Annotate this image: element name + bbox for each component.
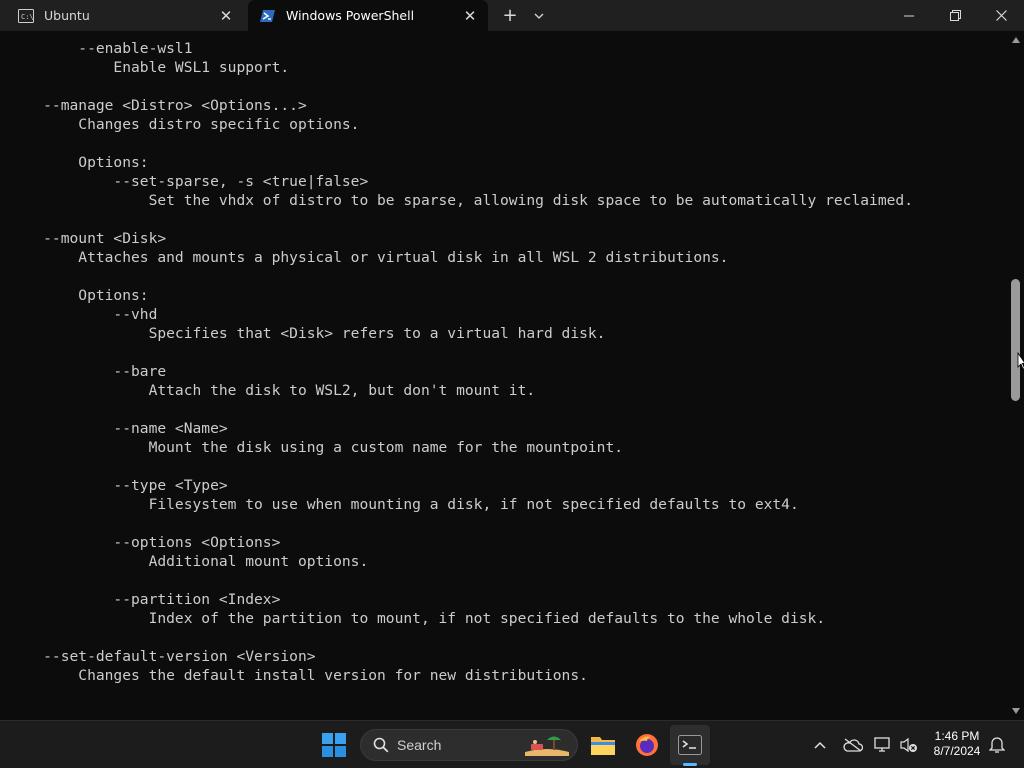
windows-start-icon[interactable] [314, 725, 354, 765]
tab-ubuntu[interactable]: C:\ Ubuntu ✕ [6, 0, 244, 31]
scrollbar-thumb[interactable] [1011, 279, 1020, 401]
output-line: Specifies that <Disk> refers to a virtua… [8, 325, 606, 342]
output-line: --set-default-version <Version> [8, 648, 316, 665]
output-line: --set-sparse, -s <true|false> [8, 173, 369, 190]
taskbar: Search 1:46 PM 8/7/2024 [0, 720, 1024, 768]
output-line: Index of the partition to mount, if not … [8, 610, 826, 627]
scroll-up-arrow-icon[interactable] [1012, 37, 1020, 43]
output-line: Options: [8, 287, 149, 304]
volume-muted-icon[interactable] [898, 725, 920, 765]
search-highlight-icon [525, 734, 569, 756]
output-line: Additional mount options. [8, 553, 369, 570]
title-bar: C:\ Ubuntu ✕ Windows PowerShell ✕ + [0, 0, 1024, 31]
close-icon[interactable] [978, 0, 1024, 31]
scroll-down-arrow-icon[interactable] [1012, 708, 1020, 714]
output-line: --vhd [8, 306, 158, 323]
output-line: --enable-wsl1 [8, 40, 193, 57]
clock-date: 8/7/2024 [933, 744, 981, 758]
taskbar-search-box[interactable]: Search [360, 729, 578, 761]
output-line: Set the vhdx of distro to be sparse, all… [8, 192, 913, 209]
firefox-icon[interactable] [627, 725, 667, 765]
terminal-output[interactable]: --enable-wsl1 Enable WSL1 support. --man… [0, 31, 1008, 720]
output-line: --name <Name> [8, 420, 228, 437]
terminal-icon[interactable] [670, 725, 710, 766]
notification-bell-icon[interactable] [986, 725, 1008, 765]
output-line: --manage <Distro> <Options...> [8, 97, 307, 114]
output-line: Filesystem to use when mounting a disk, … [8, 496, 799, 513]
output-line: --bare [8, 363, 167, 380]
close-tab-icon[interactable]: ✕ [212, 7, 240, 25]
search-label: Search [397, 737, 442, 753]
system-clock[interactable]: 1:46 PM 8/7/2024 [924, 729, 990, 759]
output-line: Changes distro specific options. [8, 116, 360, 133]
restore-icon[interactable] [932, 0, 978, 31]
clock-time: 1:46 PM [934, 729, 980, 743]
terminal-app-icon: C:\ [18, 8, 34, 24]
output-line: --type <Type> [8, 477, 228, 494]
output-line: Attaches and mounts a physical or virtua… [8, 249, 729, 266]
output-line: Mount the disk using a custom name for t… [8, 439, 624, 456]
new-tab-icon[interactable]: + [496, 0, 524, 31]
onedrive-icon[interactable] [840, 725, 866, 765]
output-line: --partition <Index> [8, 591, 281, 608]
tab-label: Ubuntu [44, 8, 90, 23]
chevron-down-icon[interactable] [526, 0, 552, 31]
output-line: --options <Options> [8, 534, 281, 551]
output-line: Options: [8, 154, 149, 171]
search-icon [373, 737, 389, 753]
mouse-pointer-icon [1017, 351, 1024, 374]
output-line: Changes the default install version for … [8, 667, 588, 684]
vertical-scrollbar[interactable] [1008, 31, 1024, 720]
close-tab-icon[interactable]: ✕ [456, 7, 484, 25]
output-line: Enable WSL1 support. [8, 59, 290, 76]
file-explorer-icon[interactable] [583, 725, 623, 765]
minimize-icon[interactable] [886, 0, 932, 31]
powershell-icon [260, 8, 276, 24]
output-line: Attach the disk to WSL2, but don't mount… [8, 382, 536, 399]
network-icon[interactable] [872, 725, 894, 765]
output-line: --mount <Disk> [8, 230, 167, 247]
show-hidden-icons-chevron-up-icon[interactable] [808, 725, 832, 765]
tab-windows-powershell[interactable]: Windows PowerShell ✕ [248, 0, 488, 31]
tab-label: Windows PowerShell [286, 8, 415, 23]
svg-text:C:\: C:\ [21, 13, 34, 21]
